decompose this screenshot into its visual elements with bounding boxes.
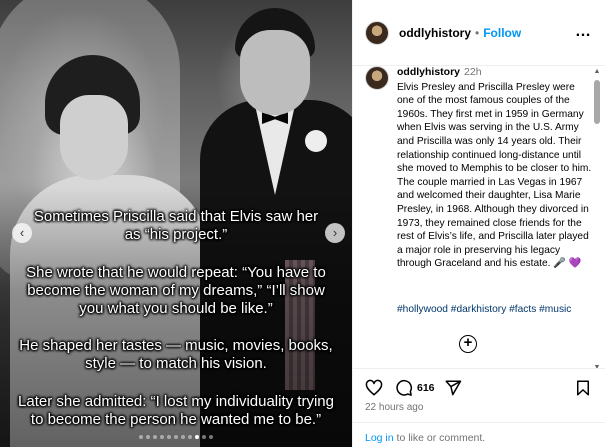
- comment-count: 616: [417, 382, 435, 394]
- caption-line: become the woman of my dreams,” “I’ll sh…: [27, 282, 325, 299]
- caption-line: Sometimes Priscilla said that Elvis saw …: [33, 208, 319, 225]
- post-media[interactable]: Sometimes Priscilla said that Elvis saw …: [0, 0, 352, 447]
- login-prompt: Log in to like or comment.: [353, 422, 605, 447]
- next-slide-button[interactable]: ›: [325, 223, 345, 243]
- slide-indicator: [0, 435, 352, 439]
- login-prompt-text: to like or comment.: [393, 432, 486, 444]
- header-separator: •: [475, 25, 480, 40]
- caption-line: He shaped her tastes — music, movies, bo…: [19, 337, 333, 354]
- slide-dot: [167, 435, 171, 439]
- media-caption-4: Later she admitted: “I lost my individua…: [0, 393, 352, 429]
- bookmark-icon[interactable]: [574, 379, 592, 397]
- caption-username[interactable]: oddlyhistory: [397, 66, 460, 78]
- groom-face: [240, 30, 310, 115]
- slide-dot: [139, 435, 143, 439]
- login-link[interactable]: Log in: [365, 432, 394, 444]
- follow-button[interactable]: Follow: [483, 26, 521, 40]
- comments-section: oddlyhistory 22h Elvis Presley and Prisci…: [365, 66, 593, 366]
- caption-time[interactable]: 22h: [464, 66, 482, 78]
- post-header: oddlyhistory • Follow …: [353, 0, 605, 66]
- slide-dot: [181, 435, 185, 439]
- caption-line: as “his project.”: [124, 226, 228, 243]
- slide-dot: [153, 435, 157, 439]
- scroll-thumb[interactable]: [594, 80, 600, 124]
- heart-icon[interactable]: [365, 379, 383, 397]
- scroll-up-icon[interactable]: ▲: [593, 68, 601, 75]
- chevron-left-icon: ‹: [19, 225, 25, 240]
- caption-text: Elvis Presley and Priscilla Presley were…: [397, 81, 593, 271]
- chevron-right-icon: ›: [332, 225, 338, 240]
- slide-dot: [146, 435, 150, 439]
- post-side-panel: oddlyhistory • Follow … oddlyhistory 22h …: [352, 0, 605, 447]
- slide-dot: [209, 435, 213, 439]
- caption-line: Later she admitted: “I lost my individua…: [18, 393, 334, 410]
- header-username[interactable]: oddlyhistory: [399, 26, 471, 40]
- media-caption-3: He shaped her tastes — music, movies, bo…: [0, 337, 352, 373]
- caption-comment: oddlyhistory 22h Elvis Presley and Prisci…: [397, 66, 593, 271]
- hashtags[interactable]: #hollywood #darkhistory #facts #music: [397, 304, 597, 315]
- share-icon[interactable]: [444, 379, 462, 397]
- slide-dot: [188, 435, 192, 439]
- caption-line: to become the person he wanted me to be.…: [30, 411, 322, 428]
- add-circle-icon[interactable]: +: [459, 335, 477, 353]
- slide-dot: [160, 435, 164, 439]
- more-options-icon[interactable]: …: [575, 23, 592, 41]
- slide-dot: [202, 435, 206, 439]
- post-timestamp[interactable]: 22 hours ago: [365, 402, 423, 413]
- slide-dot: [174, 435, 178, 439]
- caption-avatar[interactable]: [365, 66, 389, 90]
- media-caption-1: Sometimes Priscilla said that Elvis saw …: [0, 208, 352, 244]
- avatar[interactable]: [365, 20, 389, 45]
- comments-scrollbar[interactable]: ▲ ▼: [593, 66, 601, 376]
- comment-icon[interactable]: [395, 379, 413, 397]
- caption-line: style — to match his vision.: [85, 355, 267, 372]
- media-caption-2: She wrote that he would repeat: “You hav…: [0, 264, 352, 318]
- boutonniere: [305, 130, 327, 152]
- caption-line: you what you should be like.”: [79, 300, 273, 317]
- bride-face: [60, 95, 128, 180]
- previous-slide-button[interactable]: ‹: [12, 223, 32, 243]
- caption-text-body: Elvis Presley and Priscilla Presley were…: [397, 81, 592, 270]
- caption-line: She wrote that he would repeat: “You hav…: [26, 264, 326, 281]
- slide-dot: [195, 435, 199, 439]
- caption-emoji: 🎤 💜: [553, 258, 582, 270]
